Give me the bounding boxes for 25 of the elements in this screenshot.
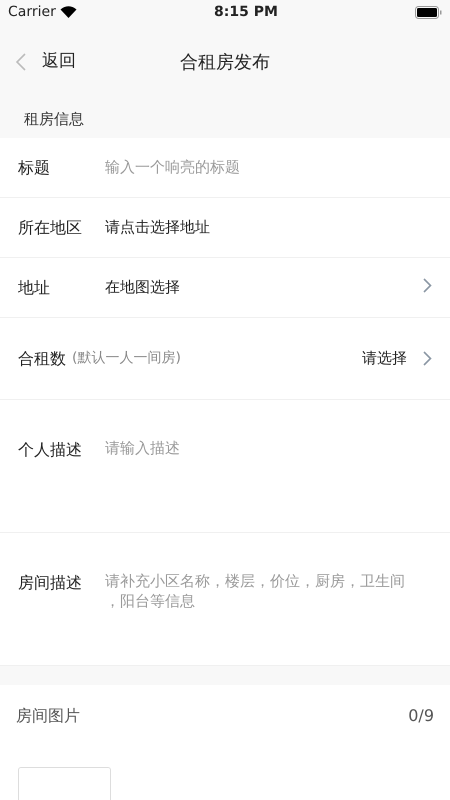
field-label: 合租数 (18, 348, 66, 370)
page-title: 合租房发布 (180, 50, 270, 74)
carrier-name: Carrier (8, 2, 56, 22)
photo-count: 0/9 (408, 705, 434, 727)
hint-text: (默认一人一间房) (72, 349, 182, 368)
status-time: 8:15 PM (214, 2, 278, 22)
back-button[interactable]: 返回 (16, 49, 76, 75)
wifi-icon (60, 6, 77, 18)
field-label: 房间描述 (18, 572, 83, 594)
chevron-icon (423, 351, 432, 366)
picker-field[interactable]: 请点击选择地址 (105, 216, 432, 239)
field-label: 所在地区 (18, 216, 83, 238)
text-area[interactable]: 请输入描述 (105, 438, 415, 548)
photos-label: 房间图片 (16, 705, 80, 727)
back-icon (16, 53, 26, 71)
text-area[interactable]: 请补充小区名称，楼层，价位，厨房，卫生间，阳台等信息 (105, 571, 415, 681)
upload-slot[interactable] (18, 767, 111, 800)
field-label: 个人描述 (18, 439, 83, 461)
section-title: 租房信息 (24, 108, 84, 130)
picker-field[interactable]: 在地图选择 (105, 276, 423, 299)
field-label: 标题 (18, 156, 51, 178)
battery-icon (415, 6, 442, 18)
input-field[interactable]: 输入一个响亮的标题 (105, 156, 432, 179)
select-button[interactable]: 请选择 (362, 347, 432, 370)
field-label: 地址 (18, 276, 51, 298)
